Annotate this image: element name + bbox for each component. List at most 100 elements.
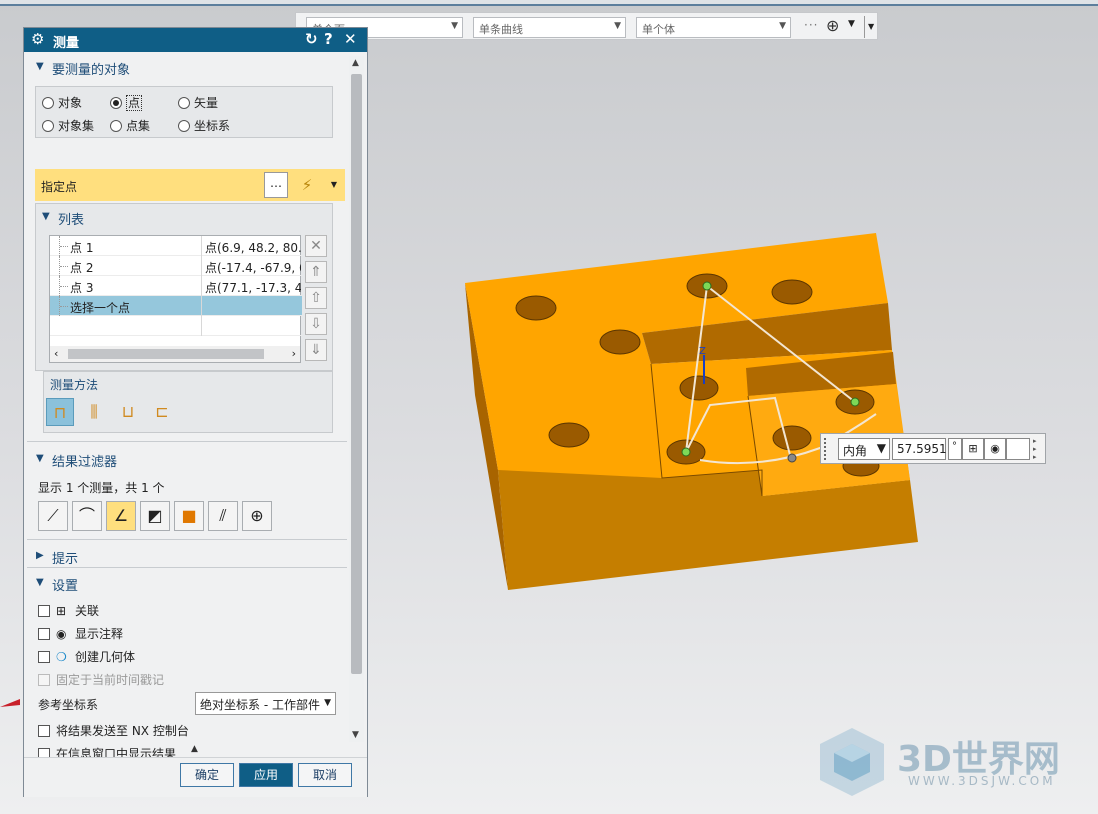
popup-empty-field[interactable] (1006, 438, 1030, 460)
scroll-right-icon[interactable]: › (292, 347, 296, 360)
section-header-list[interactable]: ▼ 列表 (33, 205, 323, 229)
checkbox-associative[interactable]: ⊞ 关联 (38, 602, 99, 619)
filter-volume-icon[interactable]: ■ (174, 501, 204, 531)
section-header-hint[interactable]: ▶ 提示 (27, 544, 347, 568)
tree-connector (59, 256, 68, 276)
collapse-up-icon[interactable]: ▲ (191, 744, 198, 754)
radio-label: 点 (126, 95, 143, 111)
measure-point-1[interactable] (702, 281, 712, 291)
section-divider (27, 539, 347, 540)
scroll-down-icon[interactable]: ▼ (352, 730, 359, 740)
checkbox-show-annotation[interactable]: ◉ 显示注释 (38, 625, 123, 642)
help-icon[interactable]: ? (324, 30, 333, 48)
radio-circle (42, 97, 54, 109)
radio-object-set[interactable]: 对象集 (42, 117, 94, 134)
filter-add-icon[interactable]: ⊕ (242, 501, 272, 531)
scroll-up-icon[interactable]: ▲ (352, 58, 359, 68)
method-screen-icon[interactable]: ⊔ (114, 398, 142, 426)
ok-button[interactable]: 确定 (180, 763, 234, 787)
radio-object[interactable]: 对象 (42, 94, 82, 111)
measure-type-select[interactable]: 内角 ▼ (838, 438, 890, 460)
filter-area-icon[interactable]: ◩ (140, 501, 170, 531)
filter-distance-icon[interactable]: ⟋ (38, 501, 68, 531)
list-item[interactable]: 点 1 点(6.9, 48.2, 80.0) (50, 236, 302, 256)
section-divider (27, 441, 347, 442)
filter-summary: 显示 1 个测量，共 1 个 (38, 481, 165, 495)
drag-handle[interactable] (824, 438, 830, 460)
column-divider (201, 236, 202, 256)
method-projected-icon[interactable]: ⫼ (80, 398, 108, 426)
reset-icon[interactable]: ↻ (305, 30, 318, 48)
section-header-objects[interactable]: ▼ 要测量的对象 (27, 55, 347, 79)
associative-icon[interactable]: ⊞ (962, 438, 984, 460)
pointer-arrow-icon (0, 699, 20, 707)
method-minimum-icon[interactable]: ⊏ (148, 398, 176, 426)
checkbox-box (38, 651, 50, 663)
remove-icon[interactable]: ✕ (305, 235, 327, 257)
dialog-scrollbar[interactable]: ▲ ▼ (349, 56, 364, 742)
checkbox-label: 将结果发送至 NX 控制台 (56, 724, 189, 738)
radio-csys[interactable]: 坐标系 (178, 117, 230, 134)
dialog-footer: ▲ 确定 应用 取消 (24, 744, 367, 797)
radio-point[interactable]: 点 (110, 94, 143, 111)
filter-angle-icon[interactable]: ∠ (106, 501, 136, 531)
move-to-top-icon[interactable]: ⇑ (305, 261, 327, 283)
cancel-button[interactable]: 取消 (298, 763, 352, 787)
move-to-bottom-icon[interactable]: ⇓ (305, 339, 327, 361)
measure-value-field[interactable]: 57.5951 (892, 438, 947, 460)
column-divider (201, 276, 202, 296)
collapse-icon: ▶ (36, 550, 44, 561)
specify-point-label: 指定点 (41, 180, 78, 194)
section-header-settings[interactable]: ▼ 设置 (27, 571, 347, 595)
ref-csys-label: 参考坐标系 (38, 698, 99, 712)
scroll-thumb[interactable] (68, 349, 264, 359)
dialog-titlebar[interactable]: ⚙ 测量 ↻ ? ✕ (24, 28, 367, 52)
object-type-group: 对象 点 矢量 对象集 点集 坐标系 (35, 86, 333, 138)
associative-icon: ⊞ (56, 604, 67, 618)
angle-vertex-marker (787, 453, 797, 463)
list-item[interactable]: 点 3 点(77.1, -17.3, 40 (50, 276, 302, 296)
list-item[interactable]: 点 2 点(-17.4, -67.9, 6 (50, 256, 302, 276)
scroll-thumb[interactable] (351, 74, 362, 674)
checkbox-create-geometry[interactable]: ❍ 创建几何体 (38, 648, 135, 665)
radio-vector[interactable]: 矢量 (178, 94, 218, 111)
point-dialog-button[interactable]: … (264, 172, 288, 198)
hole (679, 375, 719, 401)
tree-connector (59, 236, 68, 256)
scroll-left-icon[interactable]: ‹ (54, 347, 58, 360)
watermark-url: WWW.3DSJW.COM (908, 774, 1056, 788)
specify-point-row[interactable]: 指定点 … ⚡ ▼ (35, 169, 345, 201)
filter-arc-icon[interactable]: ⌒ (72, 501, 102, 531)
ref-csys-select[interactable]: 绝对坐标系 - 工作部件 ▼ (195, 692, 336, 715)
radio-label: 对象 (58, 96, 83, 110)
measure-point-3[interactable] (850, 397, 860, 407)
measure-point-2[interactable] (681, 447, 691, 457)
popup-more-icon[interactable]: ▸ ▸ ▸ (1033, 437, 1037, 461)
radio-circle (42, 120, 54, 132)
column-divider (201, 256, 202, 276)
list-item-selected[interactable]: 选择一个点 (50, 296, 302, 316)
move-down-icon[interactable]: ⇩ (305, 313, 327, 335)
section-title: 设置 (52, 579, 79, 594)
radio-circle (178, 120, 190, 132)
list-item-value: 点(77.1, -17.3, 40 (205, 281, 301, 295)
close-icon[interactable]: ✕ (344, 30, 357, 48)
method-free-icon[interactable]: ⊓ (46, 398, 74, 426)
ref-csys-value: 绝对坐标系 - 工作部件 (200, 698, 320, 712)
checkbox-label: 关联 (75, 604, 100, 618)
measure-value: 57.5951 (897, 442, 947, 456)
measure-dialog: ⚙ 测量 ↻ ? ✕ ▼ 要测量的对象 对象 点 矢量 对象集 点集 坐标系 指… (23, 27, 368, 797)
show-annotation-icon[interactable]: ◉ (984, 438, 1006, 460)
checkbox-send-to-console[interactable]: 将结果发送至 NX 控制台 (38, 722, 189, 739)
filter-mass-icon[interactable]: ⫽ (208, 501, 238, 531)
apply-button[interactable]: 应用 (239, 763, 293, 787)
radio-point-set[interactable]: 点集 (110, 117, 150, 134)
chevron-down-icon[interactable]: ▼ (327, 172, 341, 198)
section-header-filter[interactable]: ▼ 结果过滤器 (27, 447, 347, 471)
list-hscrollbar[interactable]: ‹ › (50, 346, 300, 362)
show-annotation-icon: ◉ (56, 627, 67, 641)
inferred-point-icon[interactable]: ⚡ (292, 172, 322, 198)
radio-label: 坐标系 (194, 119, 231, 133)
expand-icon: ▼ (42, 211, 50, 222)
move-up-icon[interactable]: ⇧ (305, 287, 327, 309)
